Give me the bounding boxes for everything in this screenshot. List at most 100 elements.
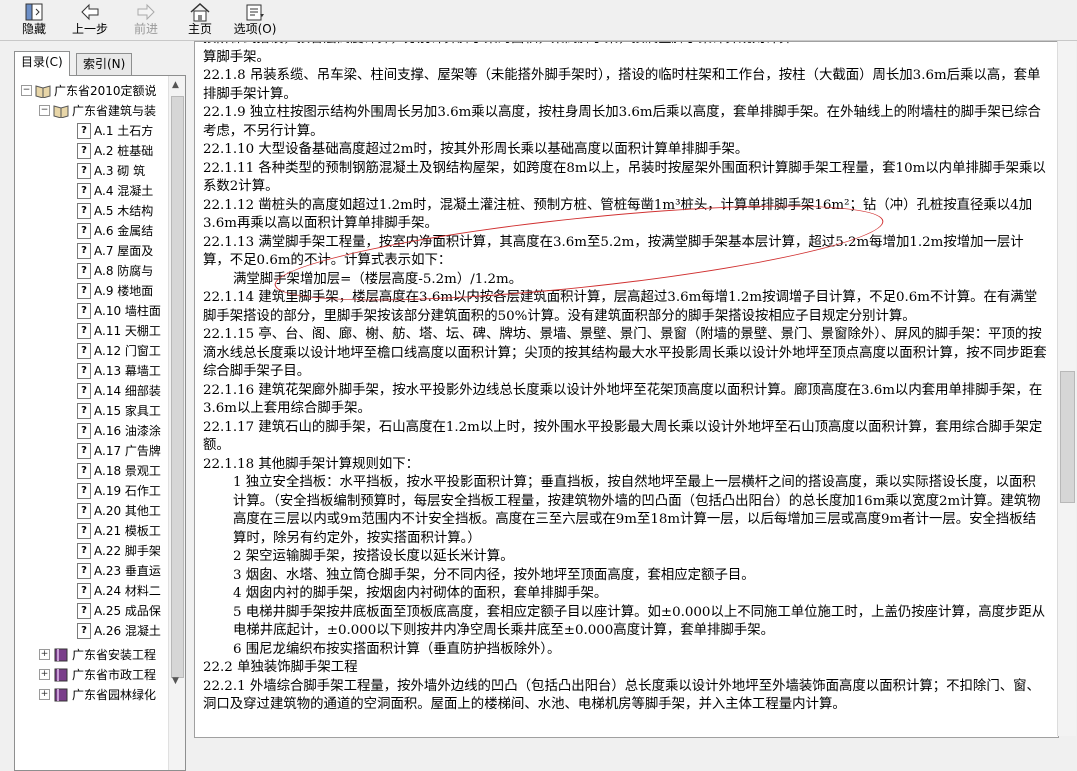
hide-pane-icon — [25, 3, 43, 21]
help-page-icon: ? — [77, 462, 91, 479]
help-page-icon: ? — [77, 422, 91, 439]
topic-paragraph: 1 独立安全挡板：水平挡板，按水平投影面积计算；垂直挡板，按自然地坪至最上一层横… — [233, 475, 1041, 546]
home-icon — [190, 2, 210, 22]
tree-item[interactable]: ? A.7 屋面及 — [77, 240, 153, 260]
hide-label: 隐藏 — [21, 22, 46, 36]
tree-scrollbar[interactable]: ▲ ▼ — [168, 76, 185, 770]
tab-index[interactable]: 索引(N) — [76, 53, 133, 75]
tree-item-label: A.1 土石方 — [94, 123, 154, 138]
collapse-icon[interactable]: − — [39, 105, 50, 116]
tree-item-label: A.24 材料二 — [94, 583, 161, 598]
expand-icon[interactable]: + — [39, 689, 50, 700]
topic-paragraph: 按阶梯式搭设，按各层高度计算，分别计算脚手架的面积，架高脚手架，按满堂脚手架计算… — [203, 42, 1049, 49]
expand-icon[interactable]: + — [39, 669, 50, 680]
tree-item[interactable]: ? A.4 混凝土 — [77, 180, 153, 200]
tree-item-label: A.10 墙柱面 — [94, 303, 161, 318]
help-page-icon: ? — [77, 282, 91, 299]
collapse-icon[interactable]: − — [21, 85, 32, 96]
tree-item[interactable]: ? A.23 垂直运 — [77, 560, 161, 580]
tree-item[interactable]: − 广东省2010定额说 — [21, 80, 157, 100]
tree-item[interactable]: ? A.8 防腐与 — [77, 260, 153, 280]
back-button[interactable]: 上一步 — [68, 2, 112, 38]
tree-item-label: A.26 混凝土 — [94, 623, 161, 638]
back-arrow-icon — [81, 3, 99, 21]
scroll-up-icon[interactable]: ▲ — [172, 80, 179, 90]
tree-item[interactable]: ? A.11 天棚工 — [77, 320, 161, 340]
tree-item[interactable]: ? A.10 墙柱面 — [77, 300, 161, 320]
help-page-icon: ? — [77, 482, 91, 499]
help-page-icon: ? — [77, 222, 91, 239]
scroll-down-icon[interactable]: ▼ — [172, 676, 179, 686]
tree-item[interactable]: ? A.20 其他工 — [77, 500, 161, 520]
tree-item[interactable]: + 广东省安装工程 — [39, 644, 156, 664]
help-page-icon: ? — [77, 142, 91, 159]
tree-item[interactable]: ? A.18 景观工 — [77, 460, 161, 480]
tree-item[interactable]: ? A.17 广告牌 — [77, 440, 161, 460]
tree-item-label: A.8 防腐与 — [94, 263, 154, 278]
help-page-icon: ? — [77, 602, 91, 619]
book-open-icon — [53, 104, 69, 118]
tree-item[interactable]: ? A.2 桩基础 — [77, 140, 153, 160]
help-page-icon: ? — [77, 322, 91, 339]
help-page-icon: ? — [77, 262, 91, 279]
tree-item[interactable]: ? A.1 土石方 — [77, 120, 153, 140]
tree-item[interactable]: ? A.19 石作工 — [77, 480, 161, 500]
tree-item-label: A.15 家具工 — [94, 403, 161, 418]
tree-item[interactable]: − 广东省建筑与装 — [39, 100, 156, 120]
tree-item[interactable]: ? A.13 幕墙工 — [77, 360, 161, 380]
options-button[interactable]: 选项(O) — [232, 2, 278, 38]
topic-paragraph: 5 电梯井脚手架按井底板面至顶板底高度，套相应定额子目以座计算。如±0.000以… — [233, 604, 1046, 639]
help-page-icon: ? — [77, 522, 91, 539]
topic-paragraph: 22.1.16 建筑花架廊外脚手架，按水平投影外边线总长度乘以设计外地坪至花架顶… — [203, 382, 1043, 417]
home-button[interactable]: 主页 — [184, 2, 216, 38]
help-page-icon: ? — [77, 502, 91, 519]
help-page-icon: ? — [77, 542, 91, 559]
topic-paragraph: 22.1.15 亭、台、阁、廊、榭、舫、塔、坛、碑、牌坊、景墙、景壁、景门、景窗… — [203, 327, 1047, 379]
topic-text: 按阶梯式搭设，按各层高度计算，分别计算脚手架的面积，架高脚手架，按满堂脚手架计算… — [203, 42, 1049, 715]
tree-item[interactable]: ? A.25 成品保 — [77, 600, 161, 620]
tree-item[interactable]: ? A.15 家具工 — [77, 400, 161, 420]
help-page-icon: ? — [77, 302, 91, 319]
help-page-icon: ? — [77, 342, 91, 359]
tree-item-label: A.17 广告牌 — [94, 443, 161, 458]
tree-item[interactable]: ? A.14 细部装 — [77, 380, 161, 400]
tree-scroll-thumb[interactable] — [171, 96, 184, 678]
topic-paragraph: 6 围尼龙编织布按实搭面积计算（垂直防护挡板除外）。 — [233, 641, 561, 657]
topic-paragraph: 22.1.9 独立柱按图示结构外围周长另加3.6m乘以高度，按柱身周长加3.6m… — [203, 105, 1041, 139]
options-icon — [246, 4, 264, 21]
tree-item[interactable]: ? A.5 木结构 — [77, 200, 153, 220]
tree-item[interactable]: ? A.12 门窗工 — [77, 340, 161, 360]
tree-item[interactable]: + 广东省园林绿化 — [39, 684, 156, 704]
tree-item-label: A.14 细部装 — [94, 383, 161, 398]
hide-button[interactable]: 隐藏 — [14, 2, 54, 38]
tree-item[interactable]: ? A.24 材料二 — [77, 580, 161, 600]
topic-content-pane: 按阶梯式搭设，按各层高度计算，分别计算脚手架的面积，架高脚手架，按满堂脚手架计算… — [194, 41, 1059, 738]
back-label: 上一步 — [71, 22, 108, 36]
tree-item-label: A.11 天棚工 — [94, 323, 161, 338]
tree-item[interactable]: + 广东省市政工程 — [39, 664, 156, 684]
tree-item[interactable]: ? A.22 脚手架 — [77, 540, 161, 560]
tree-item-label: A.3 砌 筑 — [94, 163, 146, 178]
topic-paragraph: 22.1.8 吊装系缆、吊车梁、柱间支撑、屋架等（未能搭外脚手架时），搭设的临时… — [203, 68, 1041, 102]
tree-item-label: A.25 成品保 — [94, 603, 161, 618]
expand-icon[interactable]: + — [39, 649, 50, 660]
tree-item[interactable]: ? A.16 油漆涂 — [77, 420, 161, 440]
tree-item[interactable]: ? A.6 金属结 — [77, 220, 153, 240]
tree-item[interactable]: ? A.26 混凝土 — [77, 620, 161, 640]
tab-contents[interactable]: 目录(C) — [14, 51, 70, 76]
tree-item-label: 广东省市政工程 — [72, 667, 157, 682]
tree-item-label: 广东省建筑与装 — [72, 103, 157, 118]
content-scroll-thumb[interactable] — [1060, 371, 1075, 503]
tree-item[interactable]: ? A.21 模板工 — [77, 520, 161, 540]
topic-paragraph: 2 架空运输脚手架，按搭设长度以延长米计算。 — [233, 549, 514, 564]
help-page-icon: ? — [77, 382, 91, 399]
tree-item-label: A.19 石作工 — [94, 483, 161, 498]
content-scrollbar[interactable] — [1057, 41, 1076, 736]
topic-paragraph: 4 烟囱内衬的脚手架，按烟囱内衬砌体的面积，套单排脚手架。 — [233, 586, 608, 601]
forward-label: 前进 — [133, 22, 158, 36]
topic-paragraph: 22.1.10 大型设备基础高度超过2m时，按其外形周长乘以基础高度以面积计算单… — [203, 142, 749, 157]
tree-item[interactable]: ? A.3 砌 筑 — [77, 160, 145, 180]
forward-button[interactable]: 前进 — [128, 2, 164, 38]
tree-item[interactable]: ? A.9 楼地面 — [77, 280, 153, 300]
tree-item-label: A.22 脚手架 — [94, 543, 161, 558]
